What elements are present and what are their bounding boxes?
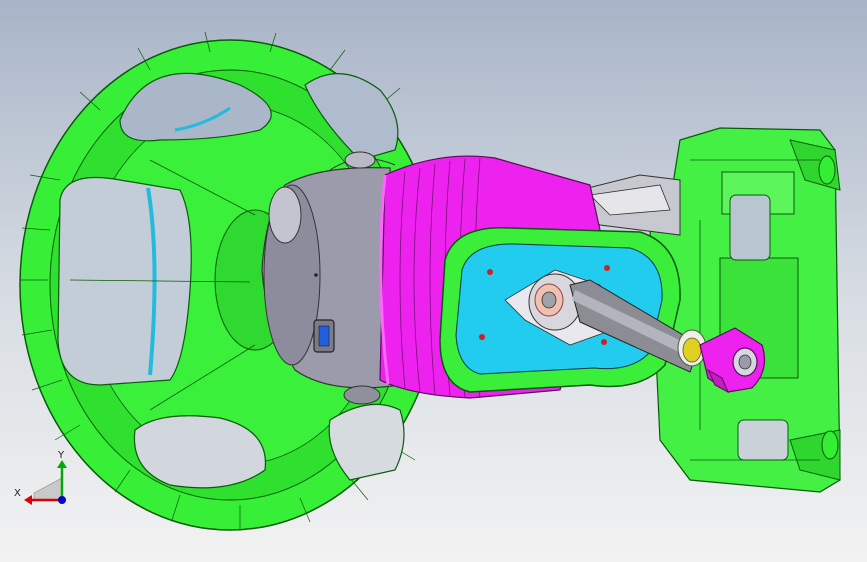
y-axis-label: Y xyxy=(57,450,65,461)
x-axis-label: X xyxy=(14,488,21,499)
cad-viewport[interactable]: X Y xyxy=(0,0,867,562)
z-axis-point xyxy=(58,496,66,504)
steering-column-model[interactable]: X Y xyxy=(0,0,867,562)
coordinate-triad: X Y xyxy=(14,450,67,505)
